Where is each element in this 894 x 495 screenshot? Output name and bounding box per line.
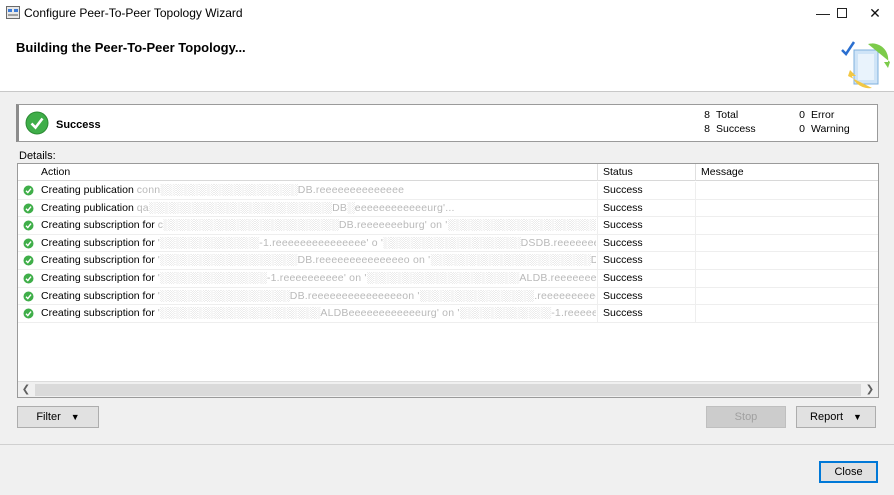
- details-label: Details:: [19, 150, 56, 162]
- column-header-action[interactable]: Action: [41, 166, 70, 178]
- table-row[interactable]: Creating subscription for '░░░░░░░░░░░░░…: [18, 287, 878, 306]
- filter-button[interactable]: Filter ▼: [17, 406, 99, 428]
- dropdown-caret-icon: ▼: [70, 412, 80, 422]
- total-stat: 8 Total: [704, 109, 739, 121]
- warning-stat: 0 Warning: [799, 123, 850, 135]
- row-status: Success: [603, 254, 643, 267]
- table-row[interactable]: Creating publication conn░░░░░░░░░░░░░░░…: [18, 182, 878, 200]
- success-check-icon: [23, 291, 34, 302]
- success-check-icon: [23, 220, 34, 231]
- stop-button[interactable]: Stop: [706, 406, 786, 428]
- row-status: Success: [603, 201, 643, 214]
- topology-graphic-icon: [841, 41, 890, 89]
- row-action: Creating publication conn░░░░░░░░░░░░░░░…: [41, 184, 405, 196]
- row-status: Success: [603, 219, 643, 232]
- row-action: Creating subscription for c░░░░░░░░░░░░░…: [41, 219, 596, 231]
- obscured-text: '░░░░░░░░░░░░░░░░░░░░░ALDBeeeeeeeeeeeeur…: [157, 307, 596, 320]
- table-row[interactable]: Creating subscription for '░░░░░░░░░░░░░…: [18, 252, 878, 270]
- report-button[interactable]: Report ▼: [796, 406, 876, 428]
- column-header-message[interactable]: Message: [701, 166, 744, 178]
- row-action: Creating subscription for '░░░░░░░░░░░░░…: [41, 272, 596, 284]
- wizard-app-icon: [6, 6, 20, 19]
- column-header-status[interactable]: Status: [603, 166, 633, 178]
- obscured-text: qa░░░░░░░░░░░░░░░░░░░░░░░░DB░eeeeeeeeeee…: [136, 201, 455, 214]
- table-row[interactable]: Creating subscription for c░░░░░░░░░░░░░…: [18, 217, 878, 235]
- window-title: Configure Peer-To-Peer Topology Wizard: [24, 6, 243, 20]
- table-row[interactable]: Creating publication qa░░░░░░░░░░░░░░░░░…: [18, 199, 878, 218]
- footer-divider: [0, 444, 894, 445]
- details-grid[interactable]: Action Status Message Creating publicati…: [17, 163, 879, 398]
- obscured-text: '░░░░░░░░░░░░░░░░░░DB.reeeeeeeeeeeeeeo o…: [157, 254, 596, 267]
- success-check-icon: [23, 308, 34, 319]
- success-check-icon: [23, 185, 34, 196]
- success-check-icon: [23, 238, 34, 249]
- summary-panel: Success 8 Total 8 Success 0 Error 0 Warning: [16, 104, 878, 142]
- row-action: Creating subscription for '░░░░░░░░░░░░░…: [41, 237, 596, 249]
- obscured-text: '░░░░░░░░░░░░░░-1.reeeeeeeeee' on '░░░░░…: [157, 272, 596, 284]
- table-row[interactable]: Creating subscription for '░░░░░░░░░░░░░…: [18, 305, 878, 323]
- table-row[interactable]: Creating subscription for '░░░░░░░░░░░░░…: [18, 270, 878, 288]
- obscured-text: c░░░░░░░░░░░░░░░░░░░░░░░DB.reeeeeeeburg'…: [157, 219, 596, 232]
- success-check-icon: [23, 203, 34, 214]
- row-action: Creating subscription for '░░░░░░░░░░░░░…: [41, 254, 596, 266]
- scrollbar-track[interactable]: [35, 384, 861, 396]
- obscured-text: '░░░░░░░░░░░░░-1.reeeeeeeeeeeeeee' o '░░…: [157, 236, 596, 249]
- grid-header: Action Status Message: [18, 164, 878, 181]
- obscured-text: conn░░░░░░░░░░░░░░░░░░DB.reeeeeeeeeeeeee: [136, 184, 405, 196]
- row-action: Creating subscription for '░░░░░░░░░░░░░…: [41, 290, 596, 302]
- close-window-button[interactable]: ✕: [858, 0, 892, 26]
- row-status: Success: [603, 307, 643, 320]
- obscured-text: '░░░░░░░░░░░░░░░░░DB.reeeeeeeeeeeeeeeon …: [157, 289, 596, 302]
- row-status: Success: [603, 184, 643, 196]
- dropdown-caret-icon: ▼: [853, 412, 862, 422]
- summary-status: Success: [56, 119, 101, 131]
- success-check-icon: [23, 273, 34, 284]
- row-status: Success: [603, 289, 643, 302]
- table-row[interactable]: Creating subscription for '░░░░░░░░░░░░░…: [18, 234, 878, 253]
- scroll-right-icon[interactable]: ❯: [862, 383, 878, 397]
- success-stat: 8 Success: [704, 123, 756, 135]
- row-action: Creating subscription for '░░░░░░░░░░░░░…: [41, 307, 596, 319]
- horizontal-scrollbar[interactable]: ❮ ❯: [18, 381, 878, 397]
- wizard-header: Building the Peer-To-Peer Topology...: [0, 26, 894, 92]
- close-button[interactable]: Close: [819, 461, 878, 483]
- row-status: Success: [603, 236, 643, 249]
- scroll-left-icon[interactable]: ❮: [18, 383, 34, 397]
- row-status: Success: [603, 272, 643, 284]
- maximize-icon: [837, 8, 847, 18]
- row-action: Creating publication qa░░░░░░░░░░░░░░░░░…: [41, 201, 455, 214]
- success-check-icon: [25, 111, 49, 135]
- error-stat: 0 Error: [799, 109, 835, 121]
- success-check-icon: [23, 255, 34, 266]
- page-title: Building the Peer-To-Peer Topology...: [16, 40, 246, 55]
- maximize-button[interactable]: [825, 0, 859, 26]
- title-bar: Configure Peer-To-Peer Topology Wizard —…: [0, 0, 894, 26]
